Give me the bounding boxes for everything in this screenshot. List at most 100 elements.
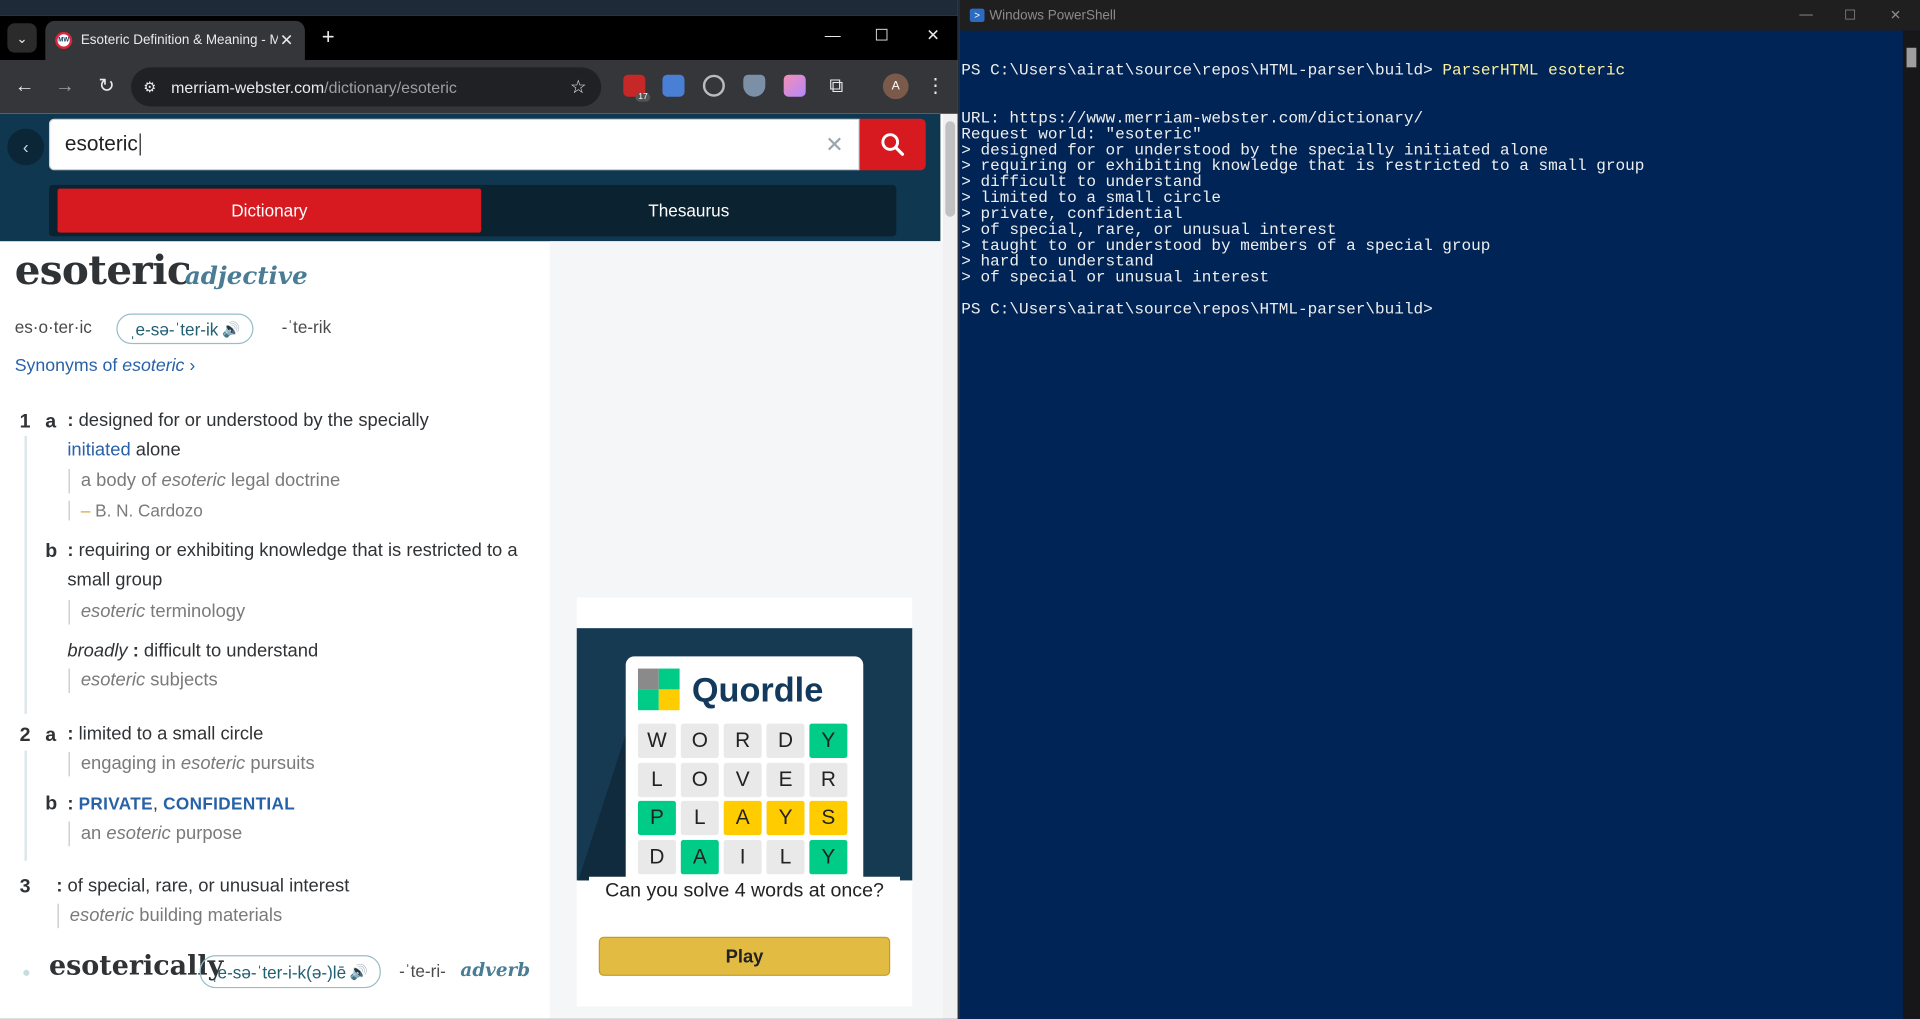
sense-2a-text: limited to a small circle: [78, 723, 264, 745]
link-separator: ,: [152, 793, 164, 815]
back-chevron-icon[interactable]: ‹: [7, 128, 45, 166]
search-button[interactable]: [859, 118, 926, 171]
new-tab-button[interactable]: +: [316, 23, 340, 50]
powershell-console[interactable]: PS C:\Users\airat\source\repos\HTML-pars…: [960, 31, 1903, 1019]
desktop-strip: [0, 0, 958, 16]
sense-1-number: 1: [19, 411, 31, 433]
profile-avatar[interactable]: A: [882, 73, 909, 100]
sense-3-number: 3: [19, 876, 31, 898]
ex-italic: esoteric: [161, 470, 226, 492]
reload-icon[interactable]: ↻: [93, 73, 120, 100]
speaker-icon: 🔊: [349, 963, 369, 981]
sense-3-text: of special, rare, or unusual interest: [67, 875, 350, 897]
forward-arrow-icon[interactable]: →: [51, 73, 78, 100]
extension-translate-icon[interactable]: [662, 74, 685, 97]
extensions-puzzle-icon[interactable]: ⧉: [823, 73, 850, 100]
sense-1a-attribution: – B. N. Cardozo: [68, 500, 203, 521]
extension-color-icon[interactable]: [783, 74, 806, 97]
ps-output: URL: https://www.merriam-webster.com/dic…: [961, 110, 1903, 317]
desktop: ⌄ MW Esoteric Definition & Meaning - M ✕…: [0, 0, 1920, 1019]
ex-pre: engaging in: [80, 753, 181, 774]
extension-globe-icon[interactable]: [702, 74, 725, 97]
runon-word: esoterically: [48, 950, 224, 983]
private-link[interactable]: PRIVATE: [79, 793, 153, 813]
clear-search-icon[interactable]: ✕: [825, 132, 843, 158]
quordle-cell: O: [680, 762, 719, 797]
tab-thesaurus[interactable]: Thesaurus: [481, 189, 896, 233]
sense-1-rule: [24, 435, 27, 714]
attribution-author: B. N. Cardozo: [95, 500, 203, 521]
search-input[interactable]: esoteric ✕: [48, 118, 860, 171]
ps-output-line: > of special, rare, or unusual interest: [961, 220, 1337, 239]
ex-post: pursuits: [245, 753, 315, 774]
confidential-link[interactable]: CONFIDENTIAL: [163, 793, 295, 813]
pronunciation-button[interactable]: ˌe-sə-ˈter-ik 🔊: [116, 313, 254, 345]
tab-strip: ⌄ MW Esoteric Definition & Meaning - M ✕…: [0, 15, 958, 61]
address-bar[interactable]: ⚙ merriam-webster.com/dictionary/esoteri…: [131, 67, 602, 107]
syllables: es·o·ter·ic: [14, 317, 92, 337]
broadly-label: broadly: [67, 640, 128, 662]
sense-2b-example: an esoteric purpose: [68, 821, 243, 847]
menu-dots-icon[interactable]: ⋮: [922, 73, 949, 100]
ps-output-line: > hard to understand: [961, 252, 1154, 271]
url-host: merriam-webster.com: [171, 77, 325, 97]
sense-1b-broadly: broadly : difficult to understand: [67, 640, 319, 662]
pronunciation-alt: -ˈte-rik: [281, 317, 332, 337]
ps-output-line: > limited to a small circle: [961, 188, 1222, 207]
site-info-icon[interactable]: ⚙: [143, 78, 156, 95]
quordle-ad[interactable]: Quordle WORDYLOVERPLAYSDAILY Can you sol…: [576, 597, 913, 1007]
ex-italic: esoteric: [106, 822, 171, 844]
ex-italic: esoteric: [80, 669, 146, 691]
sense-3-definition: : of special, rare, or unusual interest: [56, 875, 350, 897]
quordle-cell: D: [766, 723, 805, 758]
quordle-cell: S: [809, 800, 848, 836]
initiated-link[interactable]: initiated: [67, 440, 130, 461]
ps-scrollbar[interactable]: [1902, 30, 1920, 1019]
ex-pre: an: [80, 822, 107, 844]
sense-2b-definition: : PRIVATE, CONFIDENTIAL: [67, 793, 296, 815]
extension-shield-icon[interactable]: [743, 74, 766, 97]
ps-scrollbar-thumb[interactable]: [1906, 47, 1917, 68]
tab-close-icon[interactable]: ✕: [278, 31, 295, 51]
tab-title: Esoteric Definition & Meaning - M: [80, 33, 278, 48]
search-icon: [881, 133, 905, 156]
runon-pos[interactable]: adverb: [460, 959, 530, 981]
bookmark-star-icon[interactable]: ☆: [570, 76, 586, 98]
chrome-window: ⌄ MW Esoteric Definition & Meaning - M ✕…: [0, 0, 958, 1019]
pronunciation-text: ˌe-sə-ˈter-ik: [129, 318, 219, 339]
search-input-value: esoteric: [64, 132, 138, 156]
quordle-cell: P: [637, 800, 676, 836]
ex-italic: esoteric: [80, 601, 146, 623]
back-arrow-icon[interactable]: ←: [11, 73, 38, 100]
close-window-icon[interactable]: ✕: [921, 26, 945, 46]
quordle-cell: Y: [766, 800, 805, 836]
scrollbar-thumb[interactable]: [945, 121, 956, 217]
quordle-cell: D: [637, 839, 676, 874]
ad-banner: Quordle WORDYLOVERPLAYSDAILY: [576, 628, 913, 881]
quordle-cell: A: [723, 800, 762, 836]
ps-output-line: > taught to or understood by members of …: [961, 236, 1491, 255]
minimize-icon[interactable]: —: [820, 26, 844, 44]
ps-maximize-icon[interactable]: ☐: [1840, 7, 1860, 24]
part-of-speech[interactable]: adjective: [185, 261, 308, 290]
play-button[interactable]: Play: [598, 936, 891, 976]
ps-close-icon[interactable]: ✕: [1886, 7, 1906, 24]
ps-minimize-icon[interactable]: —: [1796, 7, 1816, 22]
sense-1a-definition: : designed for or understood by the spec…: [67, 410, 429, 461]
quordle-logo-icon: [637, 668, 680, 711]
runon-pronunciation-button[interactable]: ˌe-sə-ˈter-i-k(ə-)lē 🔊: [199, 955, 381, 989]
maximize-icon[interactable]: ☐: [869, 26, 893, 46]
synonyms-link-prefix: Synonyms of: [14, 356, 123, 376]
sense-1a-letter: a: [45, 411, 57, 433]
sense-2a-letter: a: [45, 724, 57, 746]
sense-1b-definition: : requiring or exhibiting knowledge that…: [67, 540, 518, 591]
tab-esoteric[interactable]: MW Esoteric Definition & Meaning - M ✕: [45, 20, 305, 61]
synonyms-link[interactable]: Synonyms of esoteric ›: [15, 356, 196, 376]
mw-search-header: ‹ esoteric ✕ Dictionary Thesaurus: [0, 113, 941, 242]
ps-command: ParserHTML esoteric: [1442, 61, 1626, 80]
page-scrollbar[interactable]: [942, 113, 958, 1019]
extension-adblock-icon[interactable]: 17: [623, 74, 651, 102]
tab-search-button[interactable]: ⌄: [7, 23, 37, 53]
tab-dictionary[interactable]: Dictionary: [57, 188, 482, 233]
powershell-titlebar: > Windows PowerShell — ☐ ✕: [960, 0, 1920, 31]
